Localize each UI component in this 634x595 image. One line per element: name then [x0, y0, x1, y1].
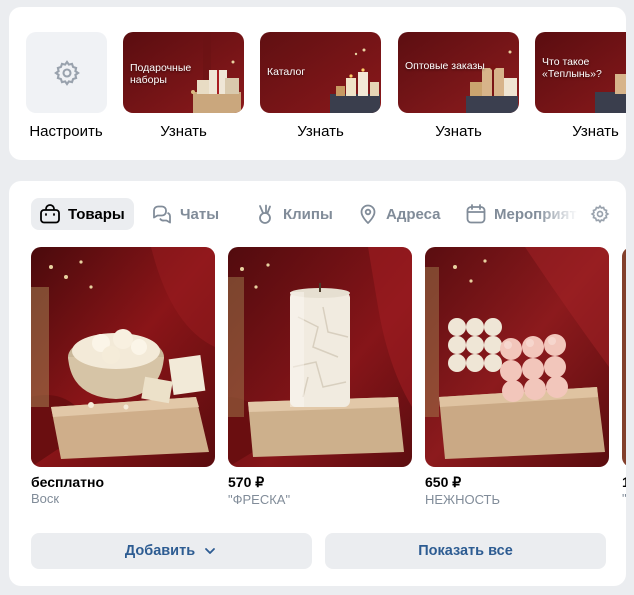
- shortcut-label: Узнать: [160, 123, 207, 140]
- product-name: ": [622, 491, 626, 506]
- tab-clips[interactable]: Клипы: [254, 198, 333, 230]
- product-image[interactable]: [622, 247, 626, 467]
- tab-bar: Товары Чаты Клипы Адреса: [31, 198, 621, 230]
- chevron-down-icon: [205, 548, 216, 554]
- product-card[interactable]: 1 ": [622, 247, 626, 506]
- gear-icon: [53, 59, 80, 86]
- map-pin-icon: [360, 204, 376, 224]
- tabs-fade: [536, 198, 596, 230]
- show-all-label: Показать все: [418, 543, 513, 559]
- shop-card: Товары Чаты Клипы Адреса бесплатно Воск …: [9, 181, 626, 586]
- product-name: "ФРЕСКА": [228, 492, 291, 507]
- shortcut-about[interactable]: Что такое «Теплынь»? Узнать: [535, 32, 626, 140]
- tenderness-candle-image: [425, 247, 609, 467]
- product-card[interactable]: 650 ₽ НЕЖНОСТЬ: [425, 247, 609, 507]
- product-price: 650 ₽: [425, 474, 462, 490]
- tab-products[interactable]: Товары: [31, 198, 134, 230]
- product-image[interactable]: [425, 247, 609, 467]
- shortcut-wholesale[interactable]: Оптовые заказы Узнать: [398, 32, 519, 140]
- product-image[interactable]: [31, 247, 215, 467]
- add-button-label: Добавить: [124, 543, 196, 559]
- shortcut-gift-sets[interactable]: Подарочные наборы Узнать: [123, 32, 244, 140]
- product-card[interactable]: 570 ₽ "ФРЕСКА": [228, 247, 412, 507]
- setup-tile[interactable]: [26, 32, 107, 113]
- shortcut-thumb-text: Оптовые заказы: [405, 60, 485, 72]
- tab-label: Товары: [68, 205, 125, 223]
- fresco-candle-image: [228, 247, 412, 467]
- tab-chats[interactable]: Чаты: [151, 198, 219, 230]
- add-button[interactable]: Добавить: [31, 533, 312, 569]
- setup-shortcut[interactable]: Настроить: [26, 32, 107, 140]
- product-image-partial: [622, 247, 626, 467]
- tab-label: Клипы: [283, 205, 333, 223]
- wax-flakes-image: [31, 247, 215, 467]
- shortcut-thumb-text: Подарочные наборы: [130, 62, 192, 86]
- tab-label: Чаты: [180, 205, 220, 223]
- shortcut-thumb-text: Что такое «Теплынь»?: [542, 56, 602, 80]
- gear-icon: [590, 204, 609, 224]
- product-name: НЕЖНОСТЬ: [425, 492, 500, 507]
- bag-icon: [40, 204, 60, 224]
- shortcut-thumb[interactable]: Оптовые заказы: [398, 32, 519, 113]
- setup-label: Настроить: [29, 123, 103, 140]
- clips-icon: [259, 204, 271, 224]
- wholesale-image: [398, 32, 519, 113]
- shortcut-catalog[interactable]: Каталог Узнать: [260, 32, 381, 140]
- product-price: 1: [622, 474, 626, 490]
- shortcut-label: Узнать: [572, 123, 619, 140]
- product-price: 570 ₽: [228, 474, 265, 490]
- product-name: Воск: [31, 491, 60, 506]
- tabs-settings-button[interactable]: [590, 198, 614, 230]
- shortcut-thumb[interactable]: Что такое «Теплынь»?: [535, 32, 626, 113]
- calendar-icon: [466, 204, 486, 224]
- product-image[interactable]: [228, 247, 412, 467]
- shortcut-thumb-text: Каталог: [267, 66, 306, 78]
- tab-addresses[interactable]: Адреса: [357, 198, 441, 230]
- shortcut-label: Узнать: [297, 123, 344, 140]
- shortcuts-card: Настроить Подарочные наборы Узнать Катал…: [9, 7, 626, 160]
- show-all-button[interactable]: Показать все: [325, 533, 606, 569]
- shortcut-thumb[interactable]: Подарочные наборы: [123, 32, 244, 113]
- product-card[interactable]: бесплатно Воск: [31, 247, 215, 506]
- shortcut-thumb[interactable]: Каталог: [260, 32, 381, 113]
- chats-icon: [153, 205, 171, 224]
- shortcut-label: Узнать: [435, 123, 482, 140]
- tab-label: Адреса: [386, 205, 441, 223]
- product-price: бесплатно: [31, 474, 105, 490]
